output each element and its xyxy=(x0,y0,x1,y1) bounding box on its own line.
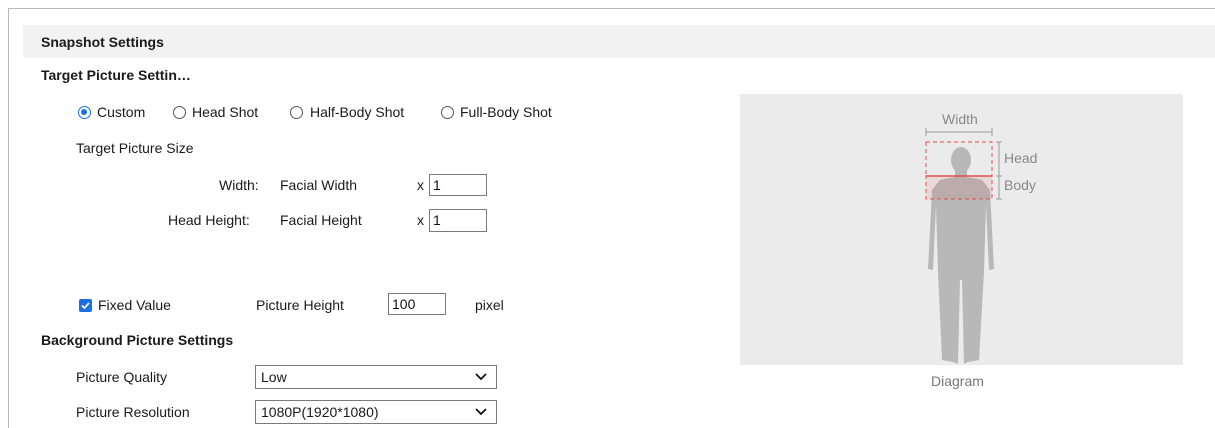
picture-quality-select[interactable]: Low xyxy=(255,365,497,389)
diagram-head-label: Head xyxy=(1004,150,1038,166)
target-picture-settings-title: Target Picture Settin… xyxy=(41,67,191,83)
diagram-width-label: Width xyxy=(942,111,978,127)
diagram-body-label: Body xyxy=(1004,177,1036,193)
fixed-value-label: Fixed Value xyxy=(98,297,171,313)
radio-head-shot[interactable] xyxy=(173,106,186,119)
diagram-caption: Diagram xyxy=(931,373,984,389)
picture-resolution-select[interactable]: 1080P(1920*1080) xyxy=(255,400,497,424)
person-silhouette-illustration xyxy=(925,128,1002,364)
picture-resolution-value: 1080P(1920*1080) xyxy=(261,404,379,420)
radio-head-shot-label[interactable]: Head Shot xyxy=(192,104,258,120)
facial-height-label: Facial Height xyxy=(280,212,362,228)
picture-height-input[interactable]: 100 xyxy=(388,293,446,315)
section-header: Snapshot Settings xyxy=(23,25,1215,58)
pixel-unit-label: pixel xyxy=(475,297,504,313)
radio-full-body-shot[interactable] xyxy=(441,106,454,119)
snapshot-diagram: Width Head Body xyxy=(740,94,1183,365)
picture-height-label: Picture Height xyxy=(256,297,344,313)
chevron-down-icon xyxy=(475,408,487,416)
radio-custom[interactable] xyxy=(78,106,91,119)
fixed-value-checkbox[interactable] xyxy=(79,299,92,312)
radio-full-body-shot-label[interactable]: Full-Body Shot xyxy=(460,104,552,120)
chevron-down-icon xyxy=(475,373,487,381)
height-multiplier-sign: x xyxy=(417,212,424,228)
picture-resolution-label: Picture Resolution xyxy=(76,404,190,420)
width-multiplier-sign: x xyxy=(417,177,424,193)
radio-half-body-shot-label[interactable]: Half-Body Shot xyxy=(310,104,404,120)
radio-custom-label[interactable]: Custom xyxy=(97,104,145,120)
checkmark-icon xyxy=(81,302,90,310)
width-label: Width: xyxy=(219,177,259,193)
picture-quality-label: Picture Quality xyxy=(76,369,168,385)
target-picture-size-label: Target Picture Size xyxy=(76,140,194,156)
width-multiplier-input[interactable]: 1 xyxy=(429,174,487,196)
height-multiplier-input[interactable]: 1 xyxy=(429,209,487,232)
facial-width-label: Facial Width xyxy=(280,177,358,193)
background-picture-settings-title: Background Picture Settings xyxy=(41,332,234,348)
picture-quality-value: Low xyxy=(261,369,287,385)
radio-half-body-shot[interactable] xyxy=(290,106,303,119)
head-height-label: Head Height: xyxy=(168,212,250,228)
section-title: Snapshot Settings xyxy=(41,34,164,50)
